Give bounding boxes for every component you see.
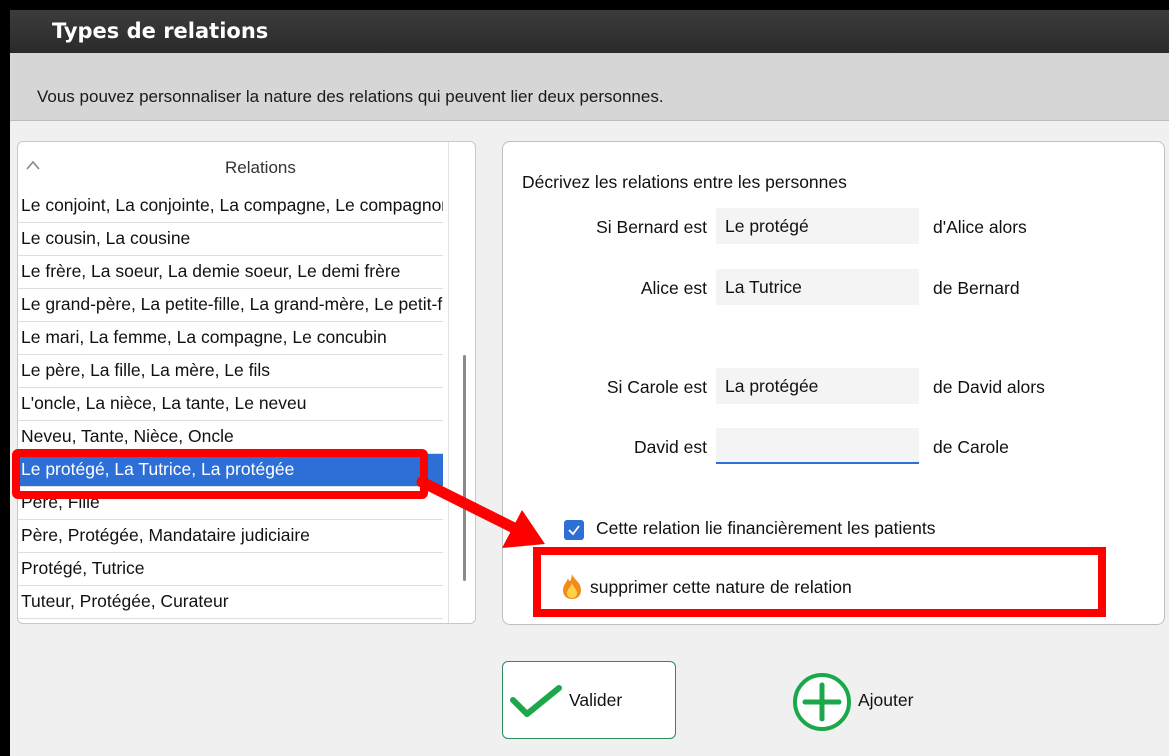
list-item[interactable]: Le grand-père, La petite-fille, La grand… <box>18 289 443 322</box>
row2-suffix: de Bernard <box>933 278 1020 298</box>
annotation-highlight-selected-row <box>12 449 428 499</box>
window-title: Types de relations <box>52 19 269 43</box>
checkmark-icon <box>510 685 562 717</box>
column-header-relations: Relations <box>225 158 296 177</box>
list-item[interactable]: L'oncle, La nièce, La tante, Le neveu <box>18 388 443 421</box>
row3-field[interactable]: La protégée <box>716 368 919 404</box>
list-header[interactable]: Relations <box>18 142 443 187</box>
title-bar: Types de relations <box>10 10 1169 53</box>
row4-suffix: de Carole <box>933 437 1009 457</box>
list-item[interactable]: Tuteur, Protégée, Curateur <box>18 586 443 619</box>
list-item[interactable]: Le conjoint, La conjointe, La compagne, … <box>18 190 443 223</box>
list-item[interactable]: Père, Protégée, Mandataire judiciaire <box>18 520 443 553</box>
ajouter-label: Ajouter <box>858 690 914 710</box>
row1-label: Si Bernard est <box>596 217 707 237</box>
plus-circle-icon <box>793 673 851 731</box>
list-item[interactable]: Le père, La fille, La mère, Le fils <box>18 355 443 388</box>
ajouter-button[interactable]: Ajouter <box>792 662 932 738</box>
financial-link-label[interactable]: Cette relation lie financièrement les pa… <box>596 518 936 539</box>
row2-label: Alice est <box>640 278 707 298</box>
banner-text: Vous pouvez personnaliser la nature des … <box>37 87 664 106</box>
list-item[interactable]: Le mari, La femme, La compagne, Le concu… <box>18 322 443 355</box>
sort-ascending-icon[interactable] <box>26 159 40 171</box>
financial-link-checkbox[interactable] <box>564 520 584 540</box>
row4-label: David est <box>634 437 707 457</box>
info-banner: Vous pouvez personnaliser la nature des … <box>10 53 1169 121</box>
list-item[interactable]: Le frère, La soeur, La demie soeur, Le d… <box>18 256 443 289</box>
panel-title: Décrivez les relations entre les personn… <box>522 172 847 192</box>
list-item[interactable]: Le cousin, La cousine <box>18 223 443 256</box>
scrollbar-thumb[interactable] <box>463 355 466 581</box>
relations-list[interactable]: Relations Le conjoint, La conjointe, La … <box>17 141 476 624</box>
list-rows: Le conjoint, La conjointe, La compagne, … <box>18 190 443 619</box>
valider-button[interactable]: Valider <box>502 661 676 739</box>
relation-types-window: Types de relations Vous pouvez personnal… <box>10 10 1169 756</box>
row3-suffix: de David alors <box>933 377 1045 397</box>
row1-suffix: d'Alice alors <box>933 217 1027 237</box>
row4-field[interactable] <box>716 428 919 464</box>
checkmark-icon <box>568 525 580 536</box>
row1-field[interactable]: Le protégé <box>716 208 919 244</box>
valider-label: Valider <box>569 690 623 710</box>
column-divider <box>448 142 449 623</box>
row2-field[interactable]: La Tutrice <box>716 269 919 305</box>
annotation-highlight-delete-link <box>533 547 1106 617</box>
row3-label: Si Carole est <box>606 377 707 397</box>
list-item[interactable]: Protégé, Tutrice <box>18 553 443 586</box>
